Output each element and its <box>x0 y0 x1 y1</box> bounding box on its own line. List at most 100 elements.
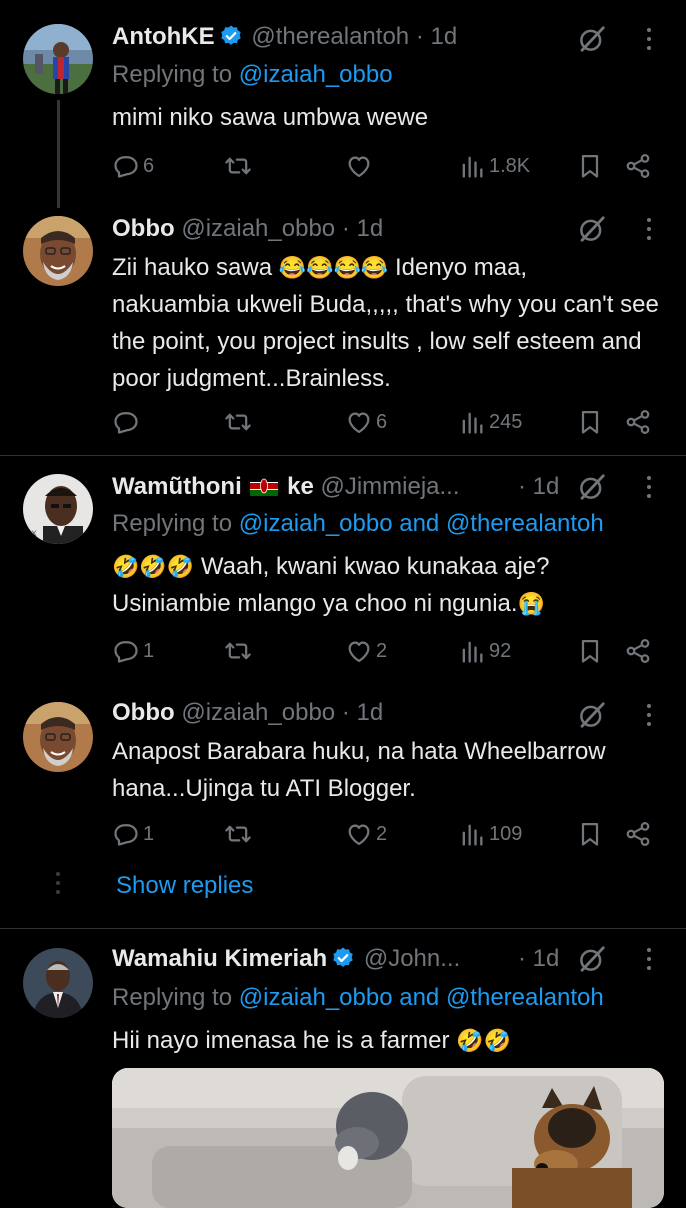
like-icon <box>345 820 373 848</box>
share-icon <box>624 820 652 848</box>
retweet-icon <box>224 820 252 848</box>
tweet-text: Anapost Barabara huku, na hata Wheelbarr… <box>112 738 606 802</box>
retweet-button[interactable] <box>224 820 252 848</box>
tweet-header: Wamahiu Kimeriah @John... <box>112 944 460 974</box>
verified-badge-icon <box>331 946 355 970</box>
display-name[interactable]: AntohKE <box>112 23 215 50</box>
retweet-icon <box>224 152 252 180</box>
thread-dots <box>56 872 60 899</box>
retweet-icon <box>224 408 252 436</box>
views-button[interactable]: 109 <box>458 820 522 848</box>
display-name[interactable]: Wamahiu Kimeriah <box>112 945 327 972</box>
more-icon[interactable] <box>647 476 653 503</box>
kenya-flag-icon <box>250 476 279 496</box>
timestamp[interactable]: · 1d <box>416 23 457 50</box>
tweet-text: Zii hauko sawa 😂😂😂😂 Idenyo maa, nakuambi… <box>112 254 659 392</box>
like-button[interactable]: 6 <box>345 408 387 436</box>
more-icon[interactable] <box>647 218 653 245</box>
tweet-header: Wamũthoni ke @Jimmieja... <box>112 472 460 502</box>
tweet-text: Hii nayo imenasa he is a farmer 🤣🤣 <box>112 1027 511 1054</box>
thread-line <box>57 100 60 208</box>
divider <box>0 455 686 456</box>
timestamp[interactable]: · 1d <box>342 699 383 726</box>
timestamp[interactable]: · 1d <box>518 944 559 974</box>
username[interactable]: @therealantoh <box>251 23 409 50</box>
divider <box>0 928 686 929</box>
bookmark-button[interactable] <box>576 637 604 665</box>
mention-link[interactable]: @izaiah_obbo and @therealantoh <box>239 510 604 537</box>
avatar[interactable]: x <box>23 474 93 544</box>
timestamp[interactable]: · 1d <box>518 472 559 502</box>
bookmark-icon <box>576 152 604 180</box>
display-name[interactable]: Wamũthoni ke <box>112 473 314 500</box>
avatar[interactable] <box>23 24 93 94</box>
retweet-button[interactable] <box>224 408 252 436</box>
grok-icon[interactable] <box>577 472 607 502</box>
tweet-media-image[interactable] <box>112 1068 664 1208</box>
reply-button[interactable]: 6 <box>112 152 154 180</box>
mention-link[interactable]: @izaiah_obbo and @therealantoh <box>239 984 604 1011</box>
username[interactable]: @John... <box>364 945 460 972</box>
tweet-header: AntohKE @therealantoh · 1d <box>112 22 457 52</box>
tweet-text: 🤣🤣🤣 Waah, kwani kwao kunakaa aje? Usinia… <box>112 553 550 617</box>
views-button[interactable]: 92 <box>458 637 511 665</box>
grok-icon[interactable] <box>577 944 607 974</box>
grok-icon[interactable] <box>577 700 607 730</box>
share-button[interactable] <box>624 152 652 180</box>
username[interactable]: @Jimmieja... <box>320 473 459 500</box>
replying-to: Replying to @izaiah_obbo and @therealant… <box>112 510 604 537</box>
reply-icon <box>112 152 140 180</box>
more-icon[interactable] <box>647 948 653 975</box>
reply-button[interactable]: 1 <box>112 637 154 665</box>
username[interactable]: @izaiah_obbo <box>181 699 335 726</box>
views-icon <box>458 820 486 848</box>
dog-photo <box>112 1068 664 1208</box>
like-icon <box>345 408 373 436</box>
avatar[interactable] <box>23 702 93 772</box>
username[interactable]: @izaiah_obbo <box>181 215 335 242</box>
emoji: 🤣🤣🤣 <box>112 554 195 579</box>
mention-link[interactable]: @izaiah_obbo <box>239 61 393 88</box>
like-button[interactable]: 2 <box>345 820 387 848</box>
avatar[interactable] <box>23 216 93 286</box>
share-button[interactable] <box>624 408 652 436</box>
share-button[interactable] <box>624 637 652 665</box>
retweet-button[interactable] <box>224 152 252 180</box>
tweet-text: mimi niko sawa umbwa wewe <box>112 104 429 131</box>
views-icon <box>458 408 486 436</box>
bookmark-icon <box>576 408 604 436</box>
svg-text:x: x <box>31 528 37 539</box>
replying-to: Replying to @izaiah_obbo and @therealant… <box>112 984 604 1011</box>
views-button[interactable]: 1.8K <box>458 152 530 180</box>
share-button[interactable] <box>624 820 652 848</box>
reply-icon <box>112 820 140 848</box>
tweet-actions: 6 245 <box>112 408 652 438</box>
emoji: 😭 <box>517 591 545 616</box>
like-icon <box>345 637 373 665</box>
retweet-icon <box>224 637 252 665</box>
timestamp[interactable]: · 1d <box>342 215 383 242</box>
views-button[interactable]: 245 <box>458 408 522 436</box>
like-button[interactable]: 2 <box>345 637 387 665</box>
share-icon <box>624 152 652 180</box>
display-name[interactable]: Obbo <box>112 215 175 242</box>
bookmark-button[interactable] <box>576 408 604 436</box>
views-icon <box>458 152 486 180</box>
display-name[interactable]: Obbo <box>112 699 175 726</box>
bookmark-button[interactable] <box>576 820 604 848</box>
tweet-header: Obbo @izaiah_obbo · 1d <box>112 214 383 244</box>
bookmark-icon <box>576 637 604 665</box>
emoji: 😂😂😂😂 <box>278 255 389 280</box>
show-replies-link[interactable]: Show replies <box>116 872 253 900</box>
tweet-header: Obbo @izaiah_obbo · 1d <box>112 698 383 728</box>
reply-button[interactable] <box>112 408 140 436</box>
reply-button[interactable]: 1 <box>112 820 154 848</box>
retweet-button[interactable] <box>224 637 252 665</box>
grok-icon[interactable] <box>577 214 607 244</box>
grok-icon[interactable] <box>577 24 607 54</box>
more-icon[interactable] <box>647 28 653 55</box>
more-icon[interactable] <box>647 704 653 731</box>
avatar[interactable] <box>23 948 93 1018</box>
like-button[interactable] <box>345 152 373 180</box>
bookmark-button[interactable] <box>576 152 604 180</box>
